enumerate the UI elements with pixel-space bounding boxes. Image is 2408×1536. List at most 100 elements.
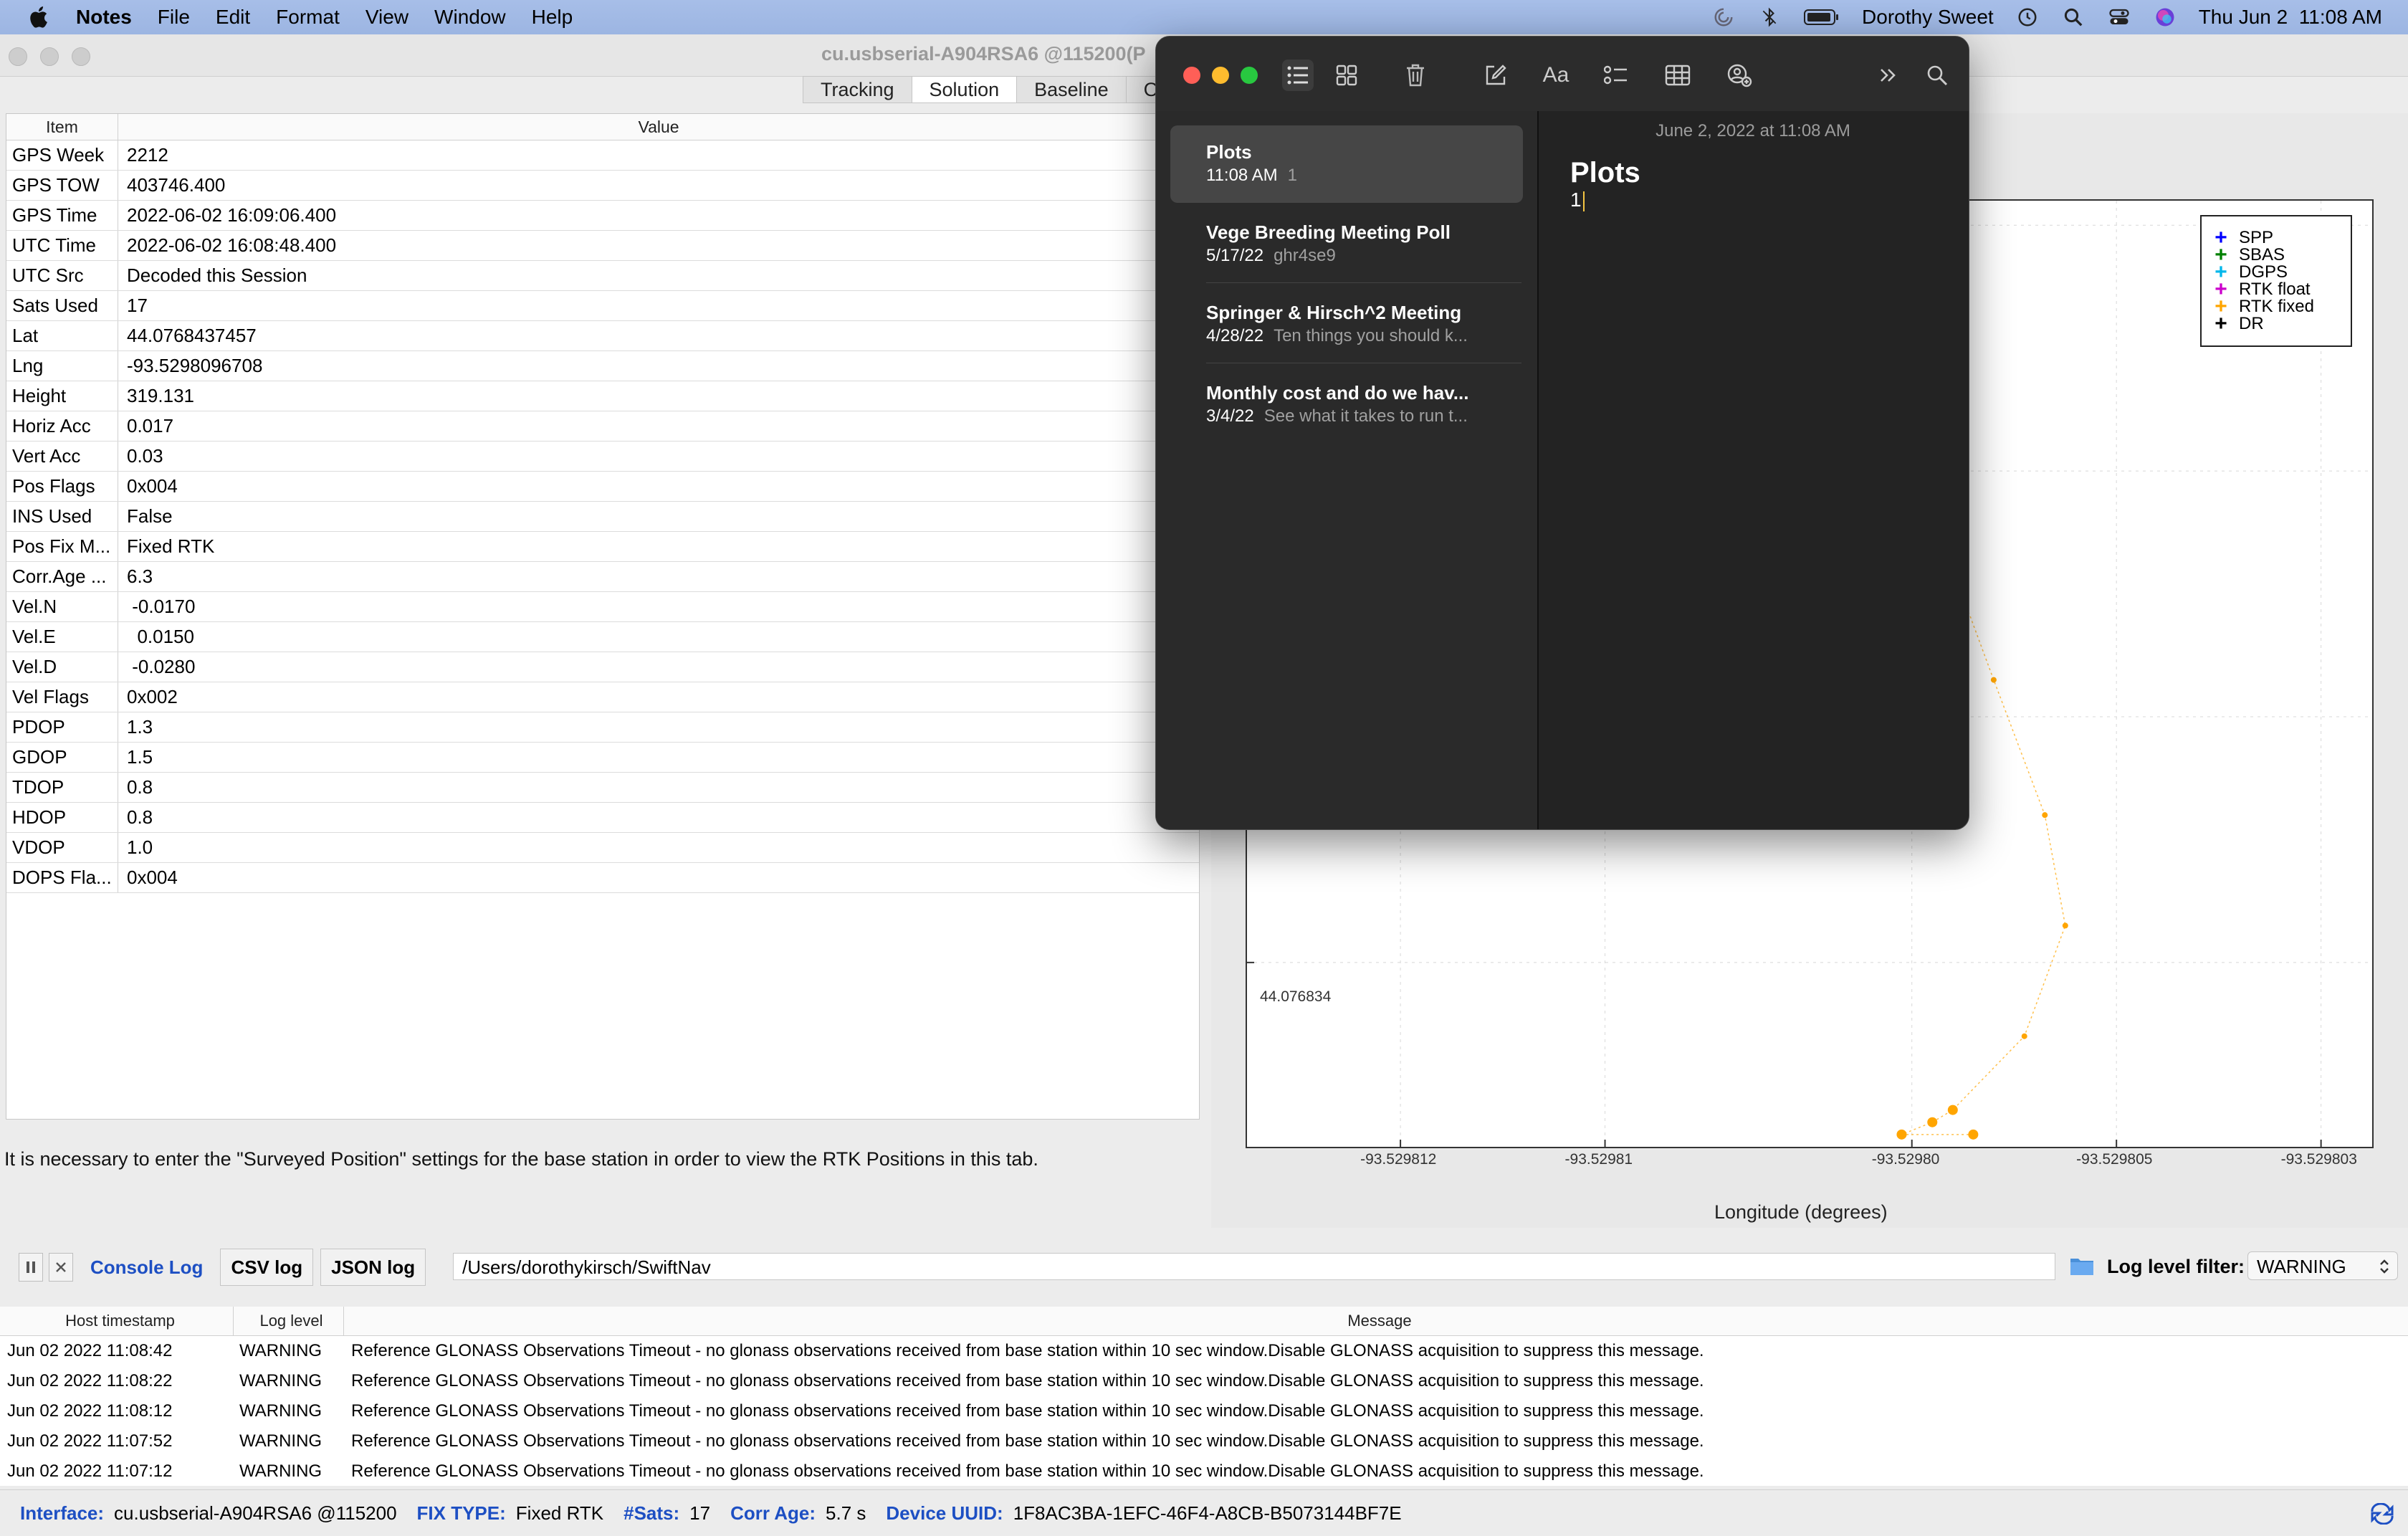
note-list-item[interactable]: Monthly cost and do we hav... 3/4/22 See w… <box>1170 366 1523 444</box>
notes-list-sidebar: Plots 11:08 AM 1 Vege Breeding Meeting Poll… <box>1156 111 1539 829</box>
checklist-icon[interactable] <box>1600 59 1632 91</box>
table-cell-item: GPS TOW <box>6 171 118 200</box>
log-row[interactable]: Jun 02 2022 11:07:12 WARNING Reference GLO… <box>0 1456 2408 1487</box>
table-row[interactable]: Lat 44.0768437457 <box>6 321 1199 351</box>
menu-help[interactable]: Help <box>532 6 573 29</box>
siri-icon[interactable] <box>2153 5 2177 29</box>
menu-clock[interactable]: Thu Jun 2 11:08 AM <box>2199 6 2382 29</box>
column-header-host-timestamp[interactable]: Host timestamp <box>0 1307 234 1335</box>
bluetooth-icon[interactable] <box>1757 5 1782 29</box>
note-editor-body[interactable]: 1 <box>1570 189 1585 211</box>
zoom-button[interactable] <box>72 47 90 66</box>
compose-icon[interactable] <box>1480 59 1511 91</box>
log-row[interactable]: Jun 02 2022 11:08:42 WARNING Reference GLO… <box>0 1336 2408 1366</box>
search-icon[interactable] <box>1921 59 1953 91</box>
tab-console-log[interactable]: Console Log <box>80 1249 213 1285</box>
column-header-log-level[interactable]: Log level <box>234 1307 344 1335</box>
note-title: Plots <box>1206 141 1252 163</box>
battery-icon[interactable] <box>1803 5 1840 29</box>
table-cell-item: Height <box>6 381 118 411</box>
legend-entry: + RTK fixed <box>2212 296 2351 318</box>
table-row[interactable]: Height 319.131 <box>6 381 1199 411</box>
log-path-input[interactable]: /Users/dorothykirsch/SwiftNav <box>453 1253 2055 1280</box>
list-view-icon[interactable] <box>1282 59 1314 91</box>
log-row[interactable]: Jun 02 2022 11:07:52 WARNING Reference GLO… <box>0 1426 2408 1456</box>
table-row[interactable]: PDOP 1.3 <box>6 712 1199 743</box>
table-row[interactable]: Vel Flags 0x002 <box>6 682 1199 712</box>
table-row[interactable]: GPS TOW 403746.400 <box>6 171 1199 201</box>
log-row[interactable]: Jun 02 2022 11:08:22 WARNING Reference GLO… <box>0 1366 2408 1396</box>
format-text-icon[interactable]: Aa <box>1540 59 1572 91</box>
note-list-item[interactable]: Springer & Hirsch^2 Meeting 4/28/22 Ten th… <box>1170 286 1523 363</box>
tab-solution[interactable]: Solution <box>911 76 1017 103</box>
column-header-item[interactable]: Item <box>6 114 118 140</box>
tab-baseline[interactable]: Baseline <box>1016 76 1126 103</box>
log-row[interactable]: Jun 02 2022 11:08:12 WARNING Reference GLO… <box>0 1396 2408 1426</box>
share-collaborate-icon[interactable] <box>1724 59 1755 91</box>
note-list-item[interactable]: Plots 11:08 AM 1 <box>1170 125 1523 203</box>
notes-minimize-button[interactable] <box>1212 67 1229 84</box>
table-row[interactable]: GPS Time 2022-06-02 16:09:06.400 <box>6 201 1199 231</box>
table-row[interactable]: UTC Src Decoded this Session <box>6 261 1199 291</box>
table-row[interactable]: Horiz Acc 0.017 <box>6 411 1199 442</box>
table-row[interactable]: HDOP 0.8 <box>6 803 1199 833</box>
menu-edit[interactable]: Edit <box>216 6 250 29</box>
table-row[interactable]: Corr.Age ... 6.3 <box>6 562 1199 592</box>
spotlight-search-icon[interactable] <box>2061 5 2086 29</box>
time-machine-icon[interactable] <box>2015 5 2040 29</box>
menu-window[interactable]: Window <box>434 6 506 29</box>
tab-tracking[interactable]: Tracking <box>803 76 912 103</box>
clear-log-button[interactable] <box>49 1253 73 1282</box>
trash-icon[interactable] <box>1400 59 1431 91</box>
table-row[interactable]: UTC Time 2022-06-02 16:08:48.400 <box>6 231 1199 261</box>
tab-csv-log[interactable]: CSV log <box>220 1249 314 1286</box>
menu-view[interactable]: View <box>366 6 408 29</box>
folder-icon[interactable] <box>2070 1256 2094 1276</box>
table-row[interactable]: Lng -93.5298096708 <box>6 351 1199 381</box>
notes-zoom-button[interactable] <box>1241 67 1258 84</box>
table-row[interactable]: Pos Fix M... Fixed RTK <box>6 532 1199 562</box>
menu-format[interactable]: Format <box>276 6 340 29</box>
user-name[interactable]: Dorothy Sweet <box>1862 6 1994 29</box>
close-button[interactable] <box>9 47 27 66</box>
table-row[interactable]: TDOP 0.8 <box>6 773 1199 803</box>
table-row[interactable]: Vert Acc 0.03 <box>6 442 1199 472</box>
minimize-button[interactable] <box>40 47 59 66</box>
screen-time-icon[interactable] <box>1711 5 1736 29</box>
table-cell-item: Vel Flags <box>6 682 118 712</box>
table-cell-value: 0.8 <box>127 806 153 828</box>
menu-file[interactable]: File <box>158 6 190 29</box>
notes-window: Aa Plots 11:08 AM 1 Vege Breeding Meeting P… <box>1155 36 1969 830</box>
status-sats-label: #Sats: <box>624 1502 680 1524</box>
table-row[interactable]: Vel.D -0.0280 <box>6 652 1199 682</box>
table-row[interactable]: Sats Used 17 <box>6 291 1199 321</box>
gallery-view-icon[interactable] <box>1331 59 1362 91</box>
log-timestamp: Jun 02 2022 11:07:12 <box>7 1461 173 1481</box>
table-row[interactable]: DOPS Fla... 0x004 <box>6 863 1199 893</box>
menu-app-notes[interactable]: Notes <box>76 6 132 29</box>
console-window-controls <box>9 47 90 66</box>
refresh-icon[interactable] <box>2369 1503 2395 1525</box>
table-cell-item: GPS Time <box>6 201 118 230</box>
note-editor-title[interactable]: Plots <box>1570 157 1640 189</box>
column-header-value[interactable]: Value <box>118 114 1199 140</box>
note-list-item[interactable]: Vege Breeding Meeting Poll 5/17/22 ghr4se9 <box>1170 206 1523 283</box>
apple-menu-icon[interactable] <box>26 4 53 31</box>
table-row[interactable]: GDOP 1.5 <box>6 743 1199 773</box>
note-preview: ghr4se9 <box>1274 246 1336 265</box>
legend-entry: + RTK float <box>2212 279 2351 300</box>
column-header-message[interactable]: Message <box>344 1307 2408 1335</box>
overflow-chevron-icon[interactable] <box>1873 59 1904 91</box>
table-row[interactable]: Pos Flags 0x004 <box>6 472 1199 502</box>
table-row[interactable]: INS Used False <box>6 502 1199 532</box>
pause-log-button[interactable] <box>19 1253 43 1282</box>
table-row[interactable]: VDOP 1.0 <box>6 833 1199 863</box>
notes-close-button[interactable] <box>1183 67 1200 84</box>
log-level-filter-select[interactable]: WARNING <box>2247 1251 2398 1280</box>
table-row[interactable]: GPS Week 2212 <box>6 140 1199 171</box>
table-row[interactable]: Vel.E 0.0150 <box>6 622 1199 652</box>
control-center-icon[interactable] <box>2107 5 2131 29</box>
table-icon[interactable] <box>1662 59 1693 91</box>
tab-json-log[interactable]: JSON log <box>320 1249 426 1286</box>
table-row[interactable]: Vel.N -0.0170 <box>6 592 1199 622</box>
